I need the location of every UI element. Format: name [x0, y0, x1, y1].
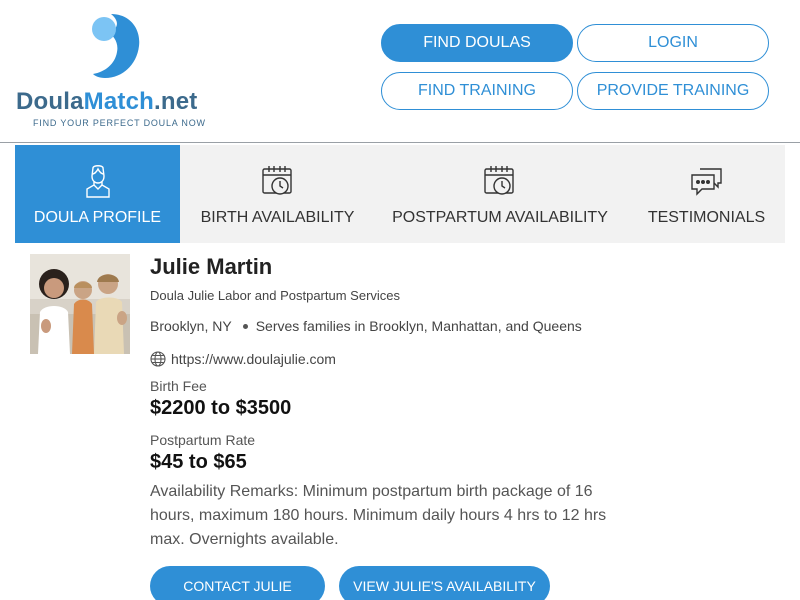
tab-doula-profile-label: DOULA PROFILE [33, 209, 162, 226]
service-area-text: Serves families in Brooklyn, Manhattan, … [255, 318, 582, 334]
tab-testimonials[interactable]: TESTIMONIALS [635, 145, 778, 243]
logo-mark-icon [92, 14, 140, 78]
logo-text-net: .net [154, 88, 198, 115]
tab-doula-profile[interactable]: DOULA PROFILE [15, 145, 180, 243]
provide-training-button[interactable]: PROVIDE TRAINING [577, 72, 769, 110]
website-url[interactable]: https://www.doulajulie.com [171, 351, 336, 367]
availability-remarks: Availability Remarks: Minimum postpartum… [150, 483, 607, 548]
view-availability-button[interactable]: VIEW JULIE'S AVAILABILITY [339, 566, 550, 600]
calendar-clock-icon [261, 166, 292, 195]
tab-birth-availability[interactable]: BIRTH AVAILABILITY [190, 145, 365, 243]
tab-postpartum-availability[interactable]: POSTPARTUM AVAILABILITY [385, 145, 615, 243]
find-training-button[interactable]: FIND TRAINING [381, 72, 573, 110]
profile-photo [30, 254, 130, 354]
postpartum-rate-label: Postpartum Rate [150, 432, 256, 448]
logo-wordmark: DoulaMatch.net [16, 88, 197, 116]
chat-bubbles-icon [690, 168, 722, 196]
contact-doula-button[interactable]: CONTACT JULIE [150, 566, 325, 600]
person-icon [85, 165, 110, 198]
site-header: DoulaMatch.net FIND YOUR PERFECT DOULA N… [0, 0, 800, 143]
website-link[interactable]: https://www.doulajulie.com [150, 351, 336, 367]
tab-postpartum-availability-label: POSTPARTUM AVAILABILITY [392, 209, 608, 226]
logo-tagline: FIND YOUR PERFECT DOULA NOW [33, 118, 206, 128]
logo-text-match: Match [83, 88, 155, 115]
doula-name: Julie Martin [150, 254, 273, 279]
birth-fee-value: $2200 to $3500 [150, 397, 292, 419]
business-name: Doula Julie Labor and Postpartum Service… [150, 288, 401, 303]
calendar-clock-icon [484, 166, 514, 195]
postpartum-rate-value: $45 to $65 [150, 451, 247, 473]
login-button[interactable]: LOGIN [577, 24, 769, 62]
city-text: Brooklyn, NY [150, 318, 232, 334]
logo-text-doula: Doula [16, 88, 84, 115]
site-logo[interactable]: DoulaMatch.net FIND YOUR PERFECT DOULA N… [16, 12, 226, 132]
location-line: Brooklyn, NY Serves families in Brooklyn… [150, 318, 582, 334]
profile-tabs: DOULA PROFILE BIRTH AVAILABILITY POSTPAR [15, 145, 785, 243]
tab-birth-availability-label: BIRTH AVAILABILITY [200, 209, 355, 226]
bullet-separator [242, 323, 248, 329]
birth-fee-label: Birth Fee [150, 378, 207, 394]
tab-testimonials-label: TESTIMONIALS [647, 209, 766, 226]
find-doulas-button[interactable]: FIND DOULAS [381, 24, 573, 62]
globe-icon [150, 351, 166, 367]
